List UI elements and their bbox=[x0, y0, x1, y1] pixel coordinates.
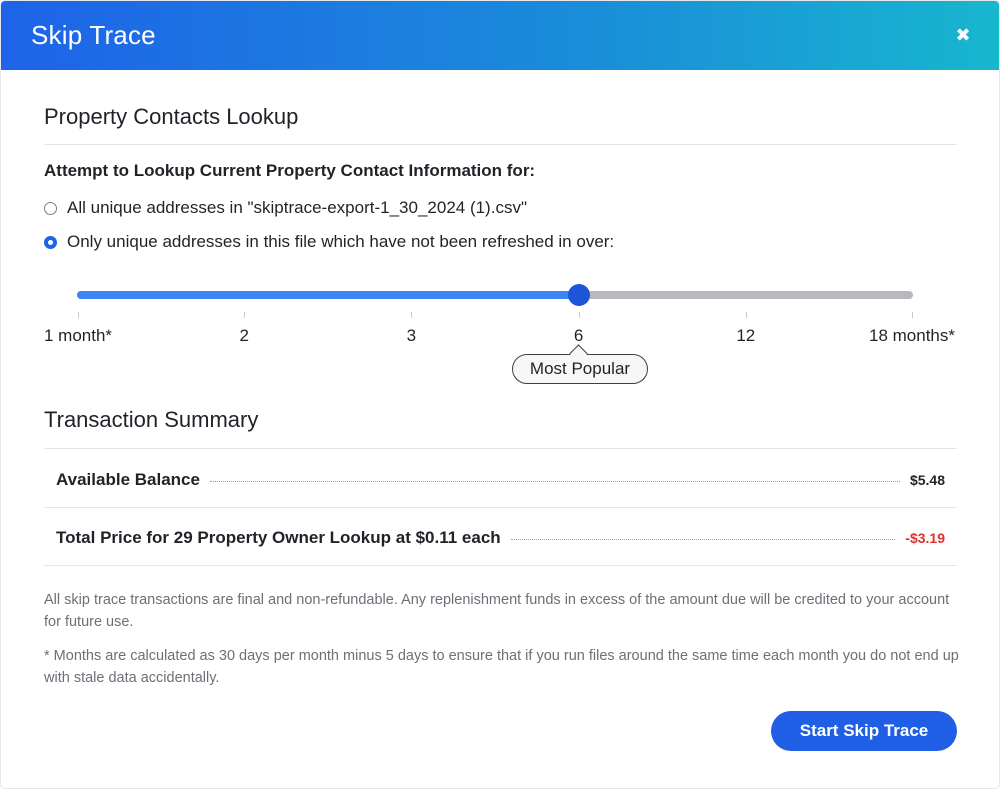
months-footnote: * Months are calculated as 30 days per m… bbox=[44, 648, 959, 686]
summary-label: Available Balance bbox=[56, 470, 200, 489]
summary-label: Total Price for 29 Property Owner Lookup… bbox=[56, 528, 501, 547]
lookup-subheading: Attempt to Lookup Current Property Conta… bbox=[44, 161, 536, 180]
slider-tick bbox=[78, 312, 79, 318]
slider-fill bbox=[77, 291, 579, 299]
summary-section-title: Transaction Summary bbox=[44, 407, 259, 432]
summary-row-balance: Available Balance $5.48 bbox=[56, 470, 945, 490]
close-icon[interactable]: ✖ bbox=[953, 25, 973, 45]
slider-tick bbox=[244, 312, 246, 318]
slider-tick-label[interactable]: 18 months* bbox=[869, 326, 955, 346]
radio-option-not-refreshed[interactable]: Only unique addresses in this file which… bbox=[44, 232, 614, 252]
radio-icon[interactable] bbox=[44, 201, 57, 215]
slider-tick-label[interactable]: 3 bbox=[407, 326, 416, 346]
slider-track[interactable] bbox=[77, 291, 913, 299]
modal-header: Skip Trace ✖ bbox=[1, 1, 999, 70]
slider-tick bbox=[912, 312, 913, 318]
slider-tick-label[interactable]: 2 bbox=[239, 326, 248, 346]
divider bbox=[44, 144, 957, 145]
start-skip-trace-button[interactable]: Start Skip Trace bbox=[771, 711, 957, 751]
summary-row-total-price: Total Price for 29 Property Owner Lookup… bbox=[56, 528, 945, 548]
radio-label-not-refreshed: Only unique addresses in this file which… bbox=[67, 232, 615, 251]
divider bbox=[44, 565, 957, 566]
slider-tick-label[interactable]: 12 bbox=[736, 326, 755, 346]
divider bbox=[44, 507, 957, 508]
slider-tick-label[interactable]: 1 month* bbox=[44, 326, 112, 346]
radio-checked-icon[interactable] bbox=[44, 235, 57, 249]
summary-value-negative: -$3.19 bbox=[905, 530, 945, 546]
slider-thumb[interactable] bbox=[567, 284, 590, 306]
dotted-leader bbox=[209, 481, 900, 482]
modal-title: Skip Trace bbox=[31, 20, 156, 50]
refund-note: All skip trace transactions are final an… bbox=[44, 592, 950, 630]
most-popular-badge: Most Popular bbox=[512, 354, 648, 384]
radio-option-all-addresses[interactable]: All unique addresses in "skiptrace-expor… bbox=[44, 198, 527, 218]
divider bbox=[44, 448, 957, 449]
skip-trace-modal: Skip Trace ✖ Property Contacts Lookup At… bbox=[1, 1, 999, 788]
lookup-section-title: Property Contacts Lookup bbox=[44, 104, 299, 129]
slider-tick bbox=[578, 312, 580, 318]
radio-label-all-addresses: All unique addresses in "skiptrace-expor… bbox=[67, 198, 527, 217]
slider-tick-label[interactable]: 6 bbox=[574, 326, 583, 346]
dotted-leader bbox=[510, 539, 896, 540]
summary-value: $5.48 bbox=[909, 472, 945, 488]
slider-tick bbox=[745, 312, 747, 318]
slider-tick bbox=[411, 312, 413, 318]
